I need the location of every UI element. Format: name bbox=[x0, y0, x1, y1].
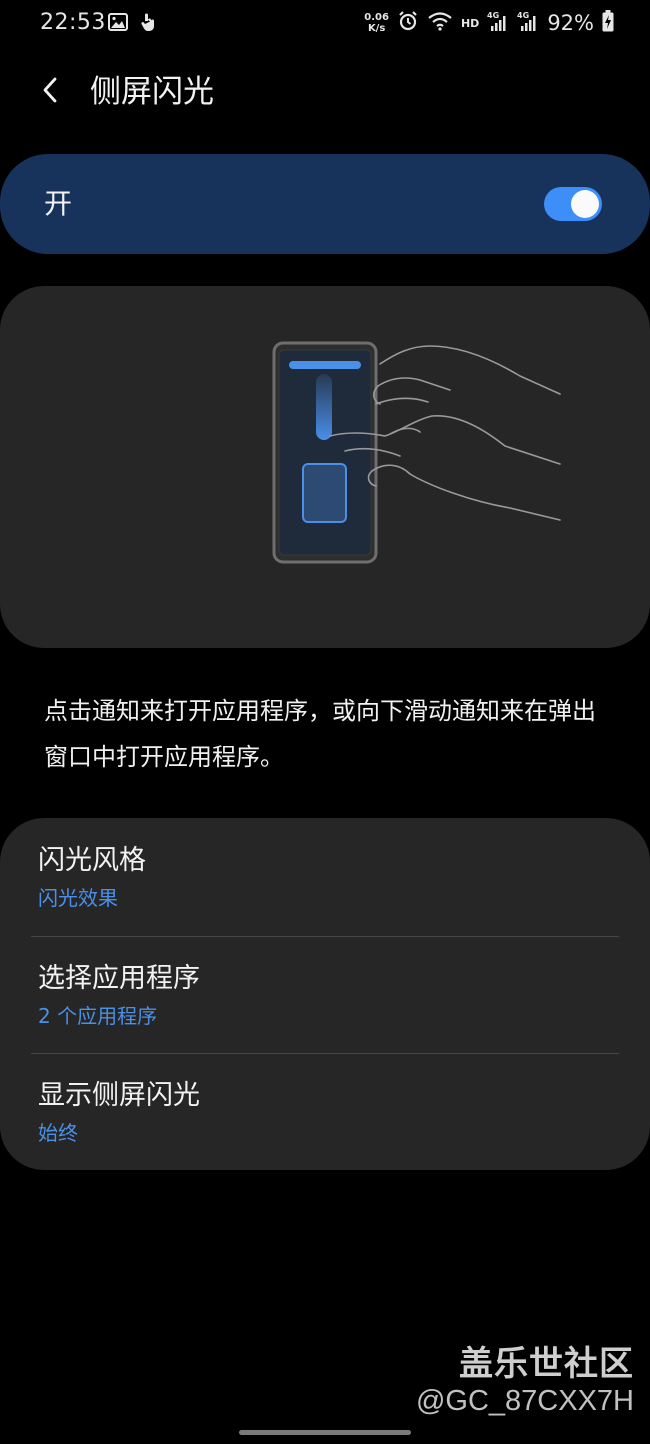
page-header: 侧屏闪光 bbox=[0, 62, 650, 122]
option-title: 选择应用程序 bbox=[38, 963, 200, 994]
toggle-knob bbox=[571, 190, 599, 218]
network-speed-value: 0.06 bbox=[364, 12, 389, 23]
signal-4g-icon: 4G bbox=[517, 10, 539, 36]
master-toggle-switch[interactable] bbox=[544, 187, 602, 221]
wifi-icon bbox=[427, 11, 453, 35]
chevron-left-icon bbox=[39, 75, 61, 109]
master-switch-label: 开 bbox=[44, 187, 73, 220]
illustration-card bbox=[0, 286, 650, 648]
edge-lighting-illustration bbox=[272, 341, 561, 564]
status-left-icons bbox=[108, 12, 156, 36]
feature-description: 点击通知来打开应用程序，或向下滑动通知来在弹出窗口中打开应用程序。 bbox=[44, 697, 596, 771]
network-speed: 0.06 K/s bbox=[364, 12, 389, 34]
status-bar: 22:53 0.06 K/s HD 4G 4G 92% bbox=[0, 0, 650, 46]
image-icon bbox=[108, 13, 128, 35]
option-subtitle: 闪光效果 bbox=[38, 886, 118, 910]
option-lighting-style[interactable]: 闪光风格 闪光效果 bbox=[0, 818, 650, 935]
option-subtitle: 2 个应用程序 bbox=[38, 1004, 158, 1028]
option-subtitle: 始终 bbox=[38, 1121, 78, 1145]
option-title: 闪光风格 bbox=[38, 845, 146, 876]
touch-icon bbox=[140, 12, 156, 36]
battery-charging-icon bbox=[602, 10, 614, 36]
svg-text:4G: 4G bbox=[487, 11, 499, 20]
back-button[interactable] bbox=[30, 72, 70, 112]
signal-4g-icon: 4G bbox=[487, 10, 509, 36]
battery-percent: 92% bbox=[547, 11, 594, 35]
network-speed-unit: K/s bbox=[367, 23, 386, 34]
svg-text:4G: 4G bbox=[517, 11, 529, 20]
watermark-handle: @GC_87CXX7H bbox=[415, 1385, 634, 1417]
home-gesture-bar[interactable] bbox=[239, 1430, 411, 1435]
option-show-edge-lighting[interactable]: 显示侧屏闪光 始终 bbox=[0, 1053, 650, 1170]
options-card: 闪光风格 闪光效果 选择应用程序 2 个应用程序 显示侧屏闪光 始终 bbox=[0, 818, 650, 1170]
option-title: 显示侧屏闪光 bbox=[38, 1080, 200, 1111]
watermark-title: 盖乐世社区 bbox=[459, 1344, 634, 1384]
hd-label: HD bbox=[460, 16, 480, 30]
page-title: 侧屏闪光 bbox=[90, 74, 214, 110]
status-time: 22:53 bbox=[40, 10, 106, 35]
status-right-group: 0.06 K/s HD 4G 4G 92% bbox=[364, 10, 614, 36]
option-choose-apps[interactable]: 选择应用程序 2 个应用程序 bbox=[0, 936, 650, 1053]
alarm-icon bbox=[397, 10, 419, 36]
